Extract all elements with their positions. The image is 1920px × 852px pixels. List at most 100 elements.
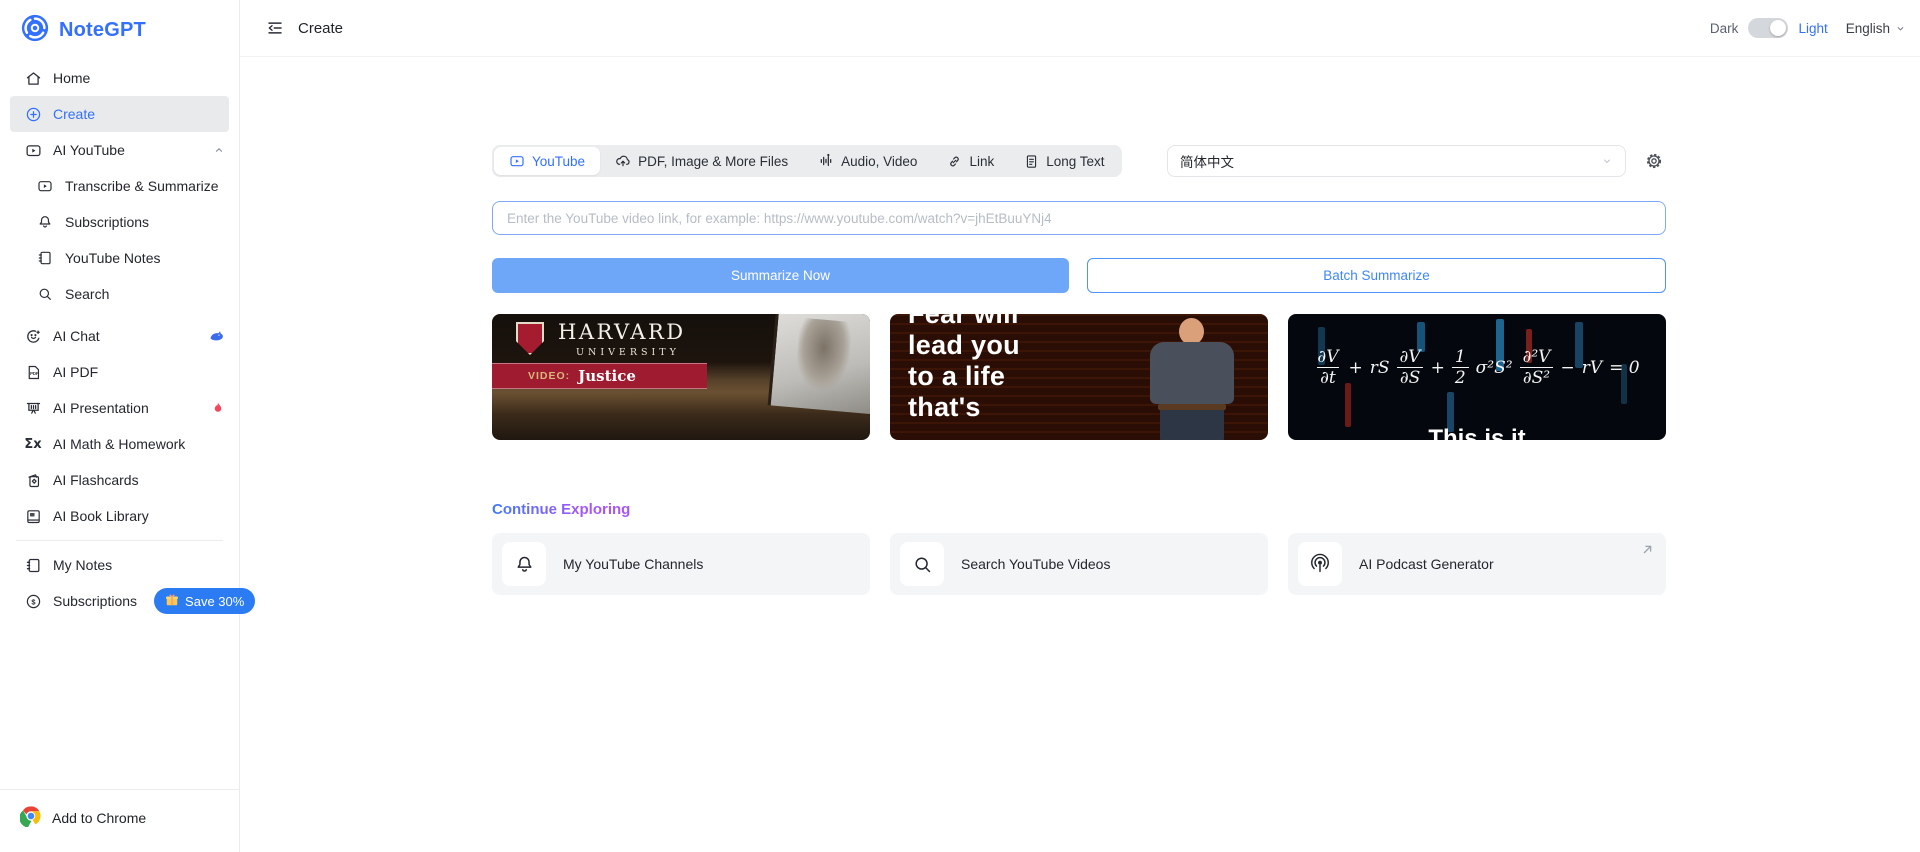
chrome-icon: [19, 805, 42, 830]
sidebar-item-label: AI Flashcards: [53, 472, 139, 488]
sidebar-item-label: AI PDF: [53, 364, 99, 380]
podcast-icon: [1298, 542, 1342, 586]
language-label: English: [1845, 20, 1890, 36]
link-icon: [947, 154, 962, 169]
logo[interactable]: NoteGPT: [0, 0, 239, 46]
harvard-subtitle: UNIVERSITY: [576, 347, 680, 358]
tab-audio-video[interactable]: Audio, Video: [803, 147, 932, 175]
summary-language-select[interactable]: 简体中文: [1167, 145, 1626, 177]
chevron-down-icon: [1895, 23, 1906, 34]
page-title: Create: [298, 19, 344, 37]
sidebar-item-transcribe-summarize[interactable]: Transcribe & Summarize: [0, 168, 239, 204]
search-icon: [36, 285, 54, 303]
sidebar-item-label: Create: [53, 106, 96, 122]
sidebar-item-ai-chat[interactable]: AI Chat: [0, 318, 239, 354]
sidebar-item-my-notes[interactable]: My Notes: [0, 547, 239, 583]
notebook-icon: [36, 249, 54, 267]
banner-title: Justice: [578, 367, 636, 385]
svg-text:$: $: [31, 597, 36, 606]
sidebar-item-ai-flashcards[interactable]: AI Flashcards: [0, 462, 239, 498]
youtube-tab-icon: [509, 153, 525, 169]
home-icon: [24, 69, 42, 87]
tab-link[interactable]: Link: [932, 147, 1009, 175]
youtube-link-input[interactable]: [492, 201, 1666, 235]
badge-label: Save 30%: [185, 593, 245, 609]
youtube-icon: [24, 141, 42, 159]
card-label: My YouTube Channels: [563, 556, 704, 572]
sidebar-item-label: Transcribe & Summarize: [65, 178, 219, 194]
sigma-x-icon: Σx: [24, 436, 42, 452]
sidebar-item-label: YouTube Notes: [65, 250, 161, 266]
sidebar-item-subscriptions[interactable]: $ Subscriptions Save 30%: [0, 583, 256, 619]
topbar: Create Dark Light English: [240, 0, 1920, 57]
sidebar-item-search[interactable]: Search: [0, 276, 239, 312]
card-search-youtube-videos[interactable]: Search YouTube Videos: [890, 533, 1268, 595]
flashcards-icon: [24, 471, 42, 489]
waveform-icon: [818, 153, 834, 169]
tab-label: PDF, Image & More Files: [638, 153, 789, 169]
settings-gear-icon[interactable]: [1642, 149, 1666, 173]
save-30-badge[interactable]: Save 30%: [154, 588, 256, 614]
card-label: Search YouTube Videos: [961, 556, 1111, 572]
arrow-up-right-icon[interactable]: [1640, 542, 1655, 557]
tab-label: YouTube: [532, 153, 586, 169]
sidebar-item-ai-book-library[interactable]: AI Book Library: [0, 498, 239, 534]
sidebar-item-label: Subscriptions: [53, 593, 138, 609]
sidebar-item-label: My Notes: [53, 557, 113, 573]
tab-label: Link: [969, 153, 995, 169]
sidebar-item-label: AI Chat: [53, 328, 100, 344]
sidebar-item-label: AI YouTube: [53, 142, 125, 158]
collapse-sidebar-icon[interactable]: [266, 19, 284, 37]
sidebar-item-create[interactable]: Create: [10, 96, 229, 132]
app-root: NoteGPT Home Create AI YouTube Transcrib…: [0, 0, 1920, 852]
sidebar-item-ai-math[interactable]: Σx AI Math & Homework: [0, 426, 239, 462]
fear-quote: Fear will lead you to a life that's: [908, 314, 1020, 422]
sidebar-item-youtube-notes[interactable]: YouTube Notes: [0, 240, 239, 276]
search-icon: [900, 542, 944, 586]
harvard-crest: [516, 322, 544, 355]
tab-label: Long Text: [1046, 153, 1105, 169]
notegpt-logo-icon: [20, 13, 50, 48]
presentation-board-icon: [24, 399, 42, 417]
sidebar-item-ai-youtube[interactable]: AI YouTube: [0, 132, 239, 168]
batch-summarize-button[interactable]: Batch Summarize: [1087, 258, 1666, 293]
sidebar-item-label: Subscriptions: [65, 214, 150, 230]
card-label: AI Podcast Generator: [1359, 556, 1494, 572]
add-to-chrome[interactable]: Add to Chrome: [0, 789, 239, 852]
dollar-coin-icon: $: [24, 592, 42, 610]
card-ai-podcast-generator[interactable]: AI Podcast Generator: [1288, 533, 1666, 595]
tab-long-text[interactable]: Long Text: [1009, 147, 1119, 175]
video-caption: This is it: [1428, 425, 1526, 440]
language-switcher[interactable]: English: [1846, 21, 1906, 36]
sidebar-item-ai-pdf[interactable]: PDF AI PDF: [0, 354, 239, 390]
card-my-youtube-channels[interactable]: My YouTube Channels: [492, 533, 870, 595]
summarize-now-button[interactable]: Summarize Now: [492, 258, 1069, 293]
sidebar-item-subscriptions-youtube[interactable]: Subscriptions: [0, 204, 239, 240]
example-video-fear-talk[interactable]: Fear will lead you to a life that's: [890, 314, 1268, 440]
tab-youtube[interactable]: YouTube: [494, 147, 601, 175]
sidebar-item-home[interactable]: Home: [0, 60, 239, 96]
lecture-screen: [767, 314, 870, 415]
gift-icon: [165, 593, 179, 610]
sidebar: NoteGPT Home Create AI YouTube Transcrib…: [0, 0, 256, 852]
theme-toggle[interactable]: [1748, 18, 1789, 38]
pdf-file-icon: PDF: [24, 363, 42, 381]
sidebar-item-label: Home: [53, 70, 91, 86]
sidebar-item-label: Search: [65, 286, 110, 302]
sidebar-nav: Home Create AI YouTube Transcribe & Summ…: [0, 60, 256, 619]
tab-pdf-image-files[interactable]: PDF, Image & More Files: [600, 147, 803, 175]
sidebar-item-ai-presentation[interactable]: AI Presentation: [0, 390, 239, 426]
source-tabbar: YouTube PDF, Image & More Files Audio, V…: [492, 145, 1122, 177]
deepseek-whale-icon: [208, 328, 225, 345]
sidebar-item-label: AI Presentation: [53, 400, 149, 416]
video-justice-banner: VIDEO: Justice: [492, 363, 708, 389]
chevron-up-icon[interactable]: [213, 144, 225, 156]
svg-text:PDF: PDF: [30, 370, 39, 375]
sidebar-item-label: AI Math & Homework: [53, 436, 186, 452]
example-video-black-scholes[interactable]: ∂V ∂t + rS ∂V ∂S + 12 σ²S² ∂²V ∂S² − rV = 0: [1288, 314, 1666, 440]
example-video-harvard-justice[interactable]: HARVARD UNIVERSITY VIDEO: Justice: [492, 314, 870, 440]
logo-text: NoteGPT: [59, 18, 146, 41]
create-plus-icon: [24, 105, 42, 123]
add-to-chrome-label: Add to Chrome: [52, 809, 147, 826]
chat-smile-icon: [24, 327, 42, 345]
